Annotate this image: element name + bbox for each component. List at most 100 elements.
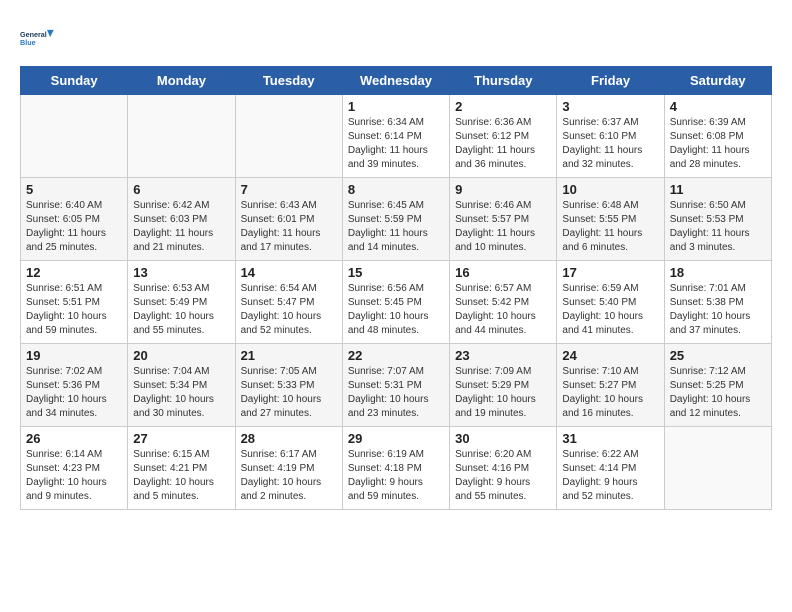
calendar-week-4: 19Sunrise: 7:02 AM Sunset: 5:36 PM Dayli…: [21, 344, 772, 427]
calendar-cell: 2 Sunrise: 6:36 AM Sunset: 6:12 PM Daylig…: [450, 95, 557, 178]
weekday-header-row: SundayMondayTuesdayWednesdayThursdayFrid…: [21, 67, 772, 95]
day-info: Sunrise: 6:46 AM Sunset: 5:57 PM Dayligh…: [455, 199, 551, 255]
day-info: Sunrise: 6:51 AM Sunset: 5:51 PM Dayligh…: [26, 282, 122, 338]
calendar-cell: 14 Sunrise: 6:54 AM Sunset: 5:47 PM Dayli…: [235, 261, 342, 344]
day-info: Sunrise: 6:42 AM Sunset: 6:03 PM Dayligh…: [133, 199, 229, 255]
weekday-thursday: Thursday: [450, 67, 557, 95]
day-info: Sunrise: 6:34 AM Sunset: 6:14 PM Dayligh…: [348, 116, 444, 172]
logo-icon: GeneralBlue: [20, 20, 56, 56]
day-info: Sunrise: 6:22 AM Sunset: 4:14 PM Dayligh…: [562, 448, 658, 504]
day-info: Sunrise: 6:17 AM Sunset: 4:19 PM Dayligh…: [241, 448, 337, 504]
day-number: 2: [455, 99, 551, 114]
calendar-cell: 26 Sunrise: 6:14 AM Sunset: 4:23 PM Dayli…: [21, 427, 128, 510]
day-info: Sunrise: 7:07 AM Sunset: 5:31 PM Dayligh…: [348, 365, 444, 421]
day-info: Sunrise: 6:19 AM Sunset: 4:18 PM Dayligh…: [348, 448, 444, 504]
calendar-cell: 30 Sunrise: 6:20 AM Sunset: 4:16 PM Dayli…: [450, 427, 557, 510]
day-info: Sunrise: 6:15 AM Sunset: 4:21 PM Dayligh…: [133, 448, 229, 504]
day-info: Sunrise: 6:40 AM Sunset: 6:05 PM Dayligh…: [26, 199, 122, 255]
day-info: Sunrise: 6:36 AM Sunset: 6:12 PM Dayligh…: [455, 116, 551, 172]
day-info: Sunrise: 7:12 AM Sunset: 5:25 PM Dayligh…: [670, 365, 766, 421]
day-info: Sunrise: 7:05 AM Sunset: 5:33 PM Dayligh…: [241, 365, 337, 421]
calendar-cell: 21 Sunrise: 7:05 AM Sunset: 5:33 PM Dayli…: [235, 344, 342, 427]
day-info: Sunrise: 7:01 AM Sunset: 5:38 PM Dayligh…: [670, 282, 766, 338]
calendar-cell: 25 Sunrise: 7:12 AM Sunset: 5:25 PM Dayli…: [664, 344, 771, 427]
weekday-tuesday: Tuesday: [235, 67, 342, 95]
day-number: 11: [670, 182, 766, 197]
day-number: 29: [348, 431, 444, 446]
calendar-cell: 4Sunrise: 6:39 AM Sunset: 6:08 PM Daylig…: [664, 95, 771, 178]
calendar-cell: 8Sunrise: 6:45 AM Sunset: 5:59 PM Daylig…: [342, 178, 449, 261]
day-number: 26: [26, 431, 122, 446]
calendar-cell: 10Sunrise: 6:48 AM Sunset: 5:55 PM Dayli…: [557, 178, 664, 261]
weekday-friday: Friday: [557, 67, 664, 95]
day-number: 7: [241, 182, 337, 197]
calendar-cell: [235, 95, 342, 178]
day-number: 1: [348, 99, 444, 114]
calendar-cell: 1 Sunrise: 6:34 AM Sunset: 6:14 PM Daylig…: [342, 95, 449, 178]
day-info: Sunrise: 6:50 AM Sunset: 5:53 PM Dayligh…: [670, 199, 766, 255]
day-info: Sunrise: 7:09 AM Sunset: 5:29 PM Dayligh…: [455, 365, 551, 421]
calendar-cell: 31 Sunrise: 6:22 AM Sunset: 4:14 PM Dayli…: [557, 427, 664, 510]
day-number: 21: [241, 348, 337, 363]
calendar-cell: 28 Sunrise: 6:17 AM Sunset: 4:19 PM Dayli…: [235, 427, 342, 510]
day-number: 9: [455, 182, 551, 197]
day-number: 10: [562, 182, 658, 197]
calendar-cell: 24Sunrise: 7:10 AM Sunset: 5:27 PM Dayli…: [557, 344, 664, 427]
svg-text:General: General: [20, 30, 47, 39]
day-number: 5: [26, 182, 122, 197]
day-number: 13: [133, 265, 229, 280]
day-number: 28: [241, 431, 337, 446]
calendar-cell: [21, 95, 128, 178]
calendar-cell: 5 Sunrise: 6:40 AM Sunset: 6:05 PM Daylig…: [21, 178, 128, 261]
calendar-week-1: 1 Sunrise: 6:34 AM Sunset: 6:14 PM Daylig…: [21, 95, 772, 178]
calendar-cell: 27Sunrise: 6:15 AM Sunset: 4:21 PM Dayli…: [128, 427, 235, 510]
day-number: 4: [670, 99, 766, 114]
calendar-cell: 7 Sunrise: 6:43 AM Sunset: 6:01 PM Daylig…: [235, 178, 342, 261]
weekday-saturday: Saturday: [664, 67, 771, 95]
day-number: 31: [562, 431, 658, 446]
day-number: 23: [455, 348, 551, 363]
day-number: 3: [562, 99, 658, 114]
day-number: 6: [133, 182, 229, 197]
day-info: Sunrise: 7:10 AM Sunset: 5:27 PM Dayligh…: [562, 365, 658, 421]
day-info: Sunrise: 6:20 AM Sunset: 4:16 PM Dayligh…: [455, 448, 551, 504]
calendar-cell: 17 Sunrise: 6:59 AM Sunset: 5:40 PM Dayli…: [557, 261, 664, 344]
calendar-table: SundayMondayTuesdayWednesdayThursdayFrid…: [20, 66, 772, 510]
calendar-cell: 18 Sunrise: 7:01 AM Sunset: 5:38 PM Dayli…: [664, 261, 771, 344]
calendar-cell: 22 Sunrise: 7:07 AM Sunset: 5:31 PM Dayli…: [342, 344, 449, 427]
weekday-monday: Monday: [128, 67, 235, 95]
day-info: Sunrise: 6:53 AM Sunset: 5:49 PM Dayligh…: [133, 282, 229, 338]
calendar-cell: 19Sunrise: 7:02 AM Sunset: 5:36 PM Dayli…: [21, 344, 128, 427]
calendar-cell: 9 Sunrise: 6:46 AM Sunset: 5:57 PM Daylig…: [450, 178, 557, 261]
day-info: Sunrise: 6:54 AM Sunset: 5:47 PM Dayligh…: [241, 282, 337, 338]
calendar-cell: 11 Sunrise: 6:50 AM Sunset: 5:53 PM Dayli…: [664, 178, 771, 261]
day-info: Sunrise: 7:04 AM Sunset: 5:34 PM Dayligh…: [133, 365, 229, 421]
calendar-cell: 15Sunrise: 6:56 AM Sunset: 5:45 PM Dayli…: [342, 261, 449, 344]
day-info: Sunrise: 6:59 AM Sunset: 5:40 PM Dayligh…: [562, 282, 658, 338]
calendar-cell: [664, 427, 771, 510]
day-number: 25: [670, 348, 766, 363]
calendar-cell: 20 Sunrise: 7:04 AM Sunset: 5:34 PM Dayli…: [128, 344, 235, 427]
day-number: 17: [562, 265, 658, 280]
calendar-cell: 29 Sunrise: 6:19 AM Sunset: 4:18 PM Dayli…: [342, 427, 449, 510]
calendar-week-5: 26 Sunrise: 6:14 AM Sunset: 4:23 PM Dayli…: [21, 427, 772, 510]
calendar-cell: 6 Sunrise: 6:42 AM Sunset: 6:03 PM Daylig…: [128, 178, 235, 261]
calendar-week-3: 12Sunrise: 6:51 AM Sunset: 5:51 PM Dayli…: [21, 261, 772, 344]
day-info: Sunrise: 6:43 AM Sunset: 6:01 PM Dayligh…: [241, 199, 337, 255]
day-number: 16: [455, 265, 551, 280]
weekday-wednesday: Wednesday: [342, 67, 449, 95]
calendar-cell: 3Sunrise: 6:37 AM Sunset: 6:10 PM Daylig…: [557, 95, 664, 178]
day-number: 18: [670, 265, 766, 280]
page-header: GeneralBlue: [20, 20, 772, 56]
day-info: Sunrise: 6:57 AM Sunset: 5:42 PM Dayligh…: [455, 282, 551, 338]
logo: GeneralBlue: [20, 20, 56, 56]
weekday-sunday: Sunday: [21, 67, 128, 95]
day-info: Sunrise: 6:14 AM Sunset: 4:23 PM Dayligh…: [26, 448, 122, 504]
day-number: 22: [348, 348, 444, 363]
calendar-cell: 23 Sunrise: 7:09 AM Sunset: 5:29 PM Dayli…: [450, 344, 557, 427]
day-number: 14: [241, 265, 337, 280]
calendar-cell: 13 Sunrise: 6:53 AM Sunset: 5:49 PM Dayli…: [128, 261, 235, 344]
calendar-cell: [128, 95, 235, 178]
day-number: 30: [455, 431, 551, 446]
day-number: 20: [133, 348, 229, 363]
